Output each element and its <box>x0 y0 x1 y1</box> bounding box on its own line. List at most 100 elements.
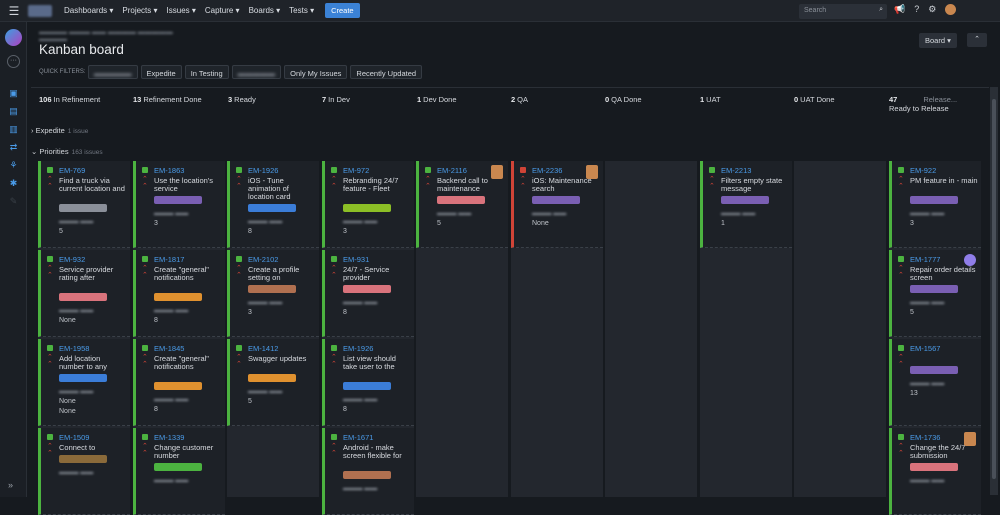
epic-label[interactable] <box>59 374 107 382</box>
release-link[interactable]: Release... <box>923 95 957 104</box>
issue-key[interactable]: EM-1509 <box>59 433 89 442</box>
issue-card[interactable]: ⌃ ⌃ EM-1567 ▬▬▬ ▬▬ 13 <box>889 339 981 426</box>
releases-icon[interactable]: ⇄ <box>6 142 21 154</box>
issue-key[interactable]: EM-769 <box>59 166 85 175</box>
issue-card[interactable]: ⌃ ⌃ EM-1339 Change customer number ▬▬▬ ▬▬ <box>133 428 225 515</box>
issue-card[interactable]: ⌃ ⌃ EM-931 24/7 - Service provider ▬▬▬ ▬▬ 8 <box>322 250 414 337</box>
board-menu-button[interactable]: Board ▾ <box>919 33 957 48</box>
epic-label[interactable] <box>248 285 296 293</box>
issue-key[interactable]: EM-931 <box>343 255 369 264</box>
help-icon[interactable]: ? <box>914 4 919 15</box>
filter-recently-updated[interactable]: Recently Updated <box>350 65 423 79</box>
issue-key[interactable]: EM-1736 <box>910 433 940 442</box>
epic-label[interactable] <box>721 196 769 204</box>
epic-label[interactable] <box>437 196 485 204</box>
issues-icon[interactable]: ✱ <box>6 178 21 190</box>
epic-label[interactable] <box>343 285 391 293</box>
issue-key[interactable]: EM-1412 <box>248 344 278 353</box>
issue-card[interactable]: ⌃ ⌃ EM-1845 Create "general" notifications ▬… <box>133 339 225 426</box>
assignee-avatar[interactable] <box>964 254 976 266</box>
issue-card[interactable]: ⌃ ⌃ EM-2236 iOS: Maintenance search ▬▬▬ ▬▬ No… <box>511 161 603 248</box>
filter-in-testing[interactable]: In Testing <box>184 65 229 79</box>
issue-card[interactable]: ⌃ ⌃ EM-1412 Swagger updates ▬▬▬ ▬▬ 5 <box>227 339 319 426</box>
addon-icon[interactable]: ✎ <box>6 196 21 208</box>
nav-issues[interactable]: Issues ▾ <box>167 6 196 15</box>
issue-key[interactable]: EM-1863 <box>154 166 184 175</box>
assignee-avatar[interactable] <box>586 165 598 179</box>
swimlane-priorities[interactable]: ⌄ Priorities 163 issues <box>31 147 976 156</box>
menu-icon[interactable]: ☰ <box>0 4 28 18</box>
issue-key[interactable]: EM-1777 <box>910 255 940 264</box>
epic-label[interactable] <box>248 374 296 382</box>
company-logo[interactable] <box>28 4 52 17</box>
issue-key[interactable]: EM-2102 <box>248 255 278 264</box>
issue-key[interactable]: EM-1926 <box>248 166 278 175</box>
issue-card[interactable]: ⌃ ⌃ EM-1817 Create "general" notifications ▬… <box>133 250 225 337</box>
board-icon[interactable]: ▣ <box>6 88 21 100</box>
reports-icon[interactable]: ▥ <box>6 124 21 136</box>
filter-expedite[interactable]: Expedite <box>140 65 182 79</box>
issue-card[interactable]: ⌃ ⌃ EM-1736 Change the 24/7 submission ▬▬▬ ▬… <box>889 428 981 515</box>
issue-key[interactable]: EM-972 <box>343 166 369 175</box>
epic-label[interactable] <box>248 204 296 212</box>
backlog-icon[interactable]: ▤ <box>6 106 21 118</box>
issue-card[interactable]: ⌃ ⌃ EM-1671 Android - make screen flexible … <box>322 428 414 515</box>
issue-card[interactable]: ⌃ ⌃ EM-1863 Use the location's service ▬▬▬ ▬… <box>133 161 225 248</box>
gear-icon[interactable]: ⚙ <box>928 4 936 15</box>
issue-card[interactable]: ⌃ ⌃ EM-1958 Add location number to any ▬▬▬ ▬… <box>38 339 130 426</box>
issue-card[interactable]: ⌃ ⌃ EM-1777 Repair order details screen ▬▬▬ … <box>889 250 981 337</box>
expand-sidebar-icon[interactable]: » <box>8 480 13 490</box>
issue-key[interactable]: EM-2213 <box>721 166 751 175</box>
breadcrumb[interactable]: ▬▬▬▬ ▬▬▬ ▬▬ ▬▬▬▬ ▬▬▬▬▬ ▬▬▬▬ <box>39 29 179 43</box>
assignee-avatar[interactable] <box>491 165 503 179</box>
epic-label[interactable] <box>910 196 958 204</box>
more-icon[interactable]: ··· <box>7 55 20 68</box>
epic-label[interactable] <box>59 455 107 463</box>
components-icon[interactable]: ⚘ <box>6 160 21 172</box>
issue-card[interactable]: ⌃ ⌃ EM-2116 Backend call to maintenance ▬▬▬ … <box>416 161 508 248</box>
issue-card[interactable]: ⌃ ⌃ EM-922 PM feature in - main ▬▬▬ ▬▬ 3 <box>889 161 981 248</box>
filter-redacted-2[interactable]: ▬▬▬▬▬ <box>231 65 282 79</box>
project-avatar[interactable] <box>5 29 22 46</box>
nav-boards[interactable]: Boards ▾ <box>249 6 281 15</box>
issue-card[interactable]: ⌃ ⌃ EM-1509 Connect to ▬▬▬ ▬▬ <box>38 428 130 515</box>
nav-dashboards[interactable]: Dashboards ▾ <box>64 6 113 15</box>
issue-key[interactable]: EM-1817 <box>154 255 184 264</box>
issue-card[interactable]: ⌃ ⌃ EM-1926 List view should take user to t… <box>322 339 414 426</box>
issue-card[interactable]: ⌃ ⌃ EM-769 Find a truck via current locatio… <box>38 161 130 248</box>
issue-key[interactable]: EM-1926 <box>343 344 373 353</box>
issue-key[interactable]: EM-1671 <box>343 433 373 442</box>
collapse-header-button[interactable]: ⌃ <box>967 33 987 47</box>
epic-label[interactable] <box>59 204 107 212</box>
issue-card[interactable]: ⌃ ⌃ EM-932 Service provider rating after ▬▬▬… <box>38 250 130 337</box>
assignee-avatar[interactable] <box>964 432 976 446</box>
issue-key[interactable]: EM-932 <box>59 255 85 264</box>
issue-card[interactable]: ⌃ ⌃ EM-1926 iOS - Tune animation of locatio… <box>227 161 319 248</box>
filter-redacted-1[interactable]: ▬▬▬▬▬ <box>88 65 138 79</box>
nav-projects[interactable]: Projects ▾ <box>122 6 157 15</box>
issue-key[interactable]: EM-1958 <box>59 344 89 353</box>
filter-only-my-issues[interactable]: Only My Issues <box>284 65 348 79</box>
feedback-icon[interactable]: 📢 <box>894 4 905 15</box>
swimlane-expedite[interactable]: › Expedite 1 issue <box>31 126 976 135</box>
user-avatar[interactable] <box>945 4 957 15</box>
epic-label[interactable] <box>910 463 958 471</box>
issue-key[interactable]: EM-2236 <box>532 166 562 175</box>
issue-key[interactable]: EM-1567 <box>910 344 940 353</box>
epic-label[interactable] <box>154 196 202 204</box>
issue-card[interactable]: ⌃ ⌃ EM-2213 Filters empty state message ▬▬▬ … <box>700 161 792 248</box>
epic-label[interactable] <box>343 204 391 212</box>
issue-key[interactable]: EM-922 <box>910 166 936 175</box>
scrollbar-thumb[interactable] <box>992 99 996 479</box>
nav-capture[interactable]: Capture ▾ <box>205 6 240 15</box>
epic-label[interactable] <box>910 366 958 374</box>
nav-tests[interactable]: Tests ▾ <box>289 6 314 15</box>
epic-label[interactable] <box>910 285 958 293</box>
epic-label[interactable] <box>154 293 202 301</box>
search-input[interactable]: Search ⌕ <box>799 4 887 19</box>
epic-label[interactable] <box>343 382 391 390</box>
epic-label[interactable] <box>532 196 580 204</box>
create-button[interactable]: Create <box>325 3 360 18</box>
epic-label[interactable] <box>343 471 391 479</box>
issue-key[interactable]: EM-2116 <box>437 166 467 175</box>
